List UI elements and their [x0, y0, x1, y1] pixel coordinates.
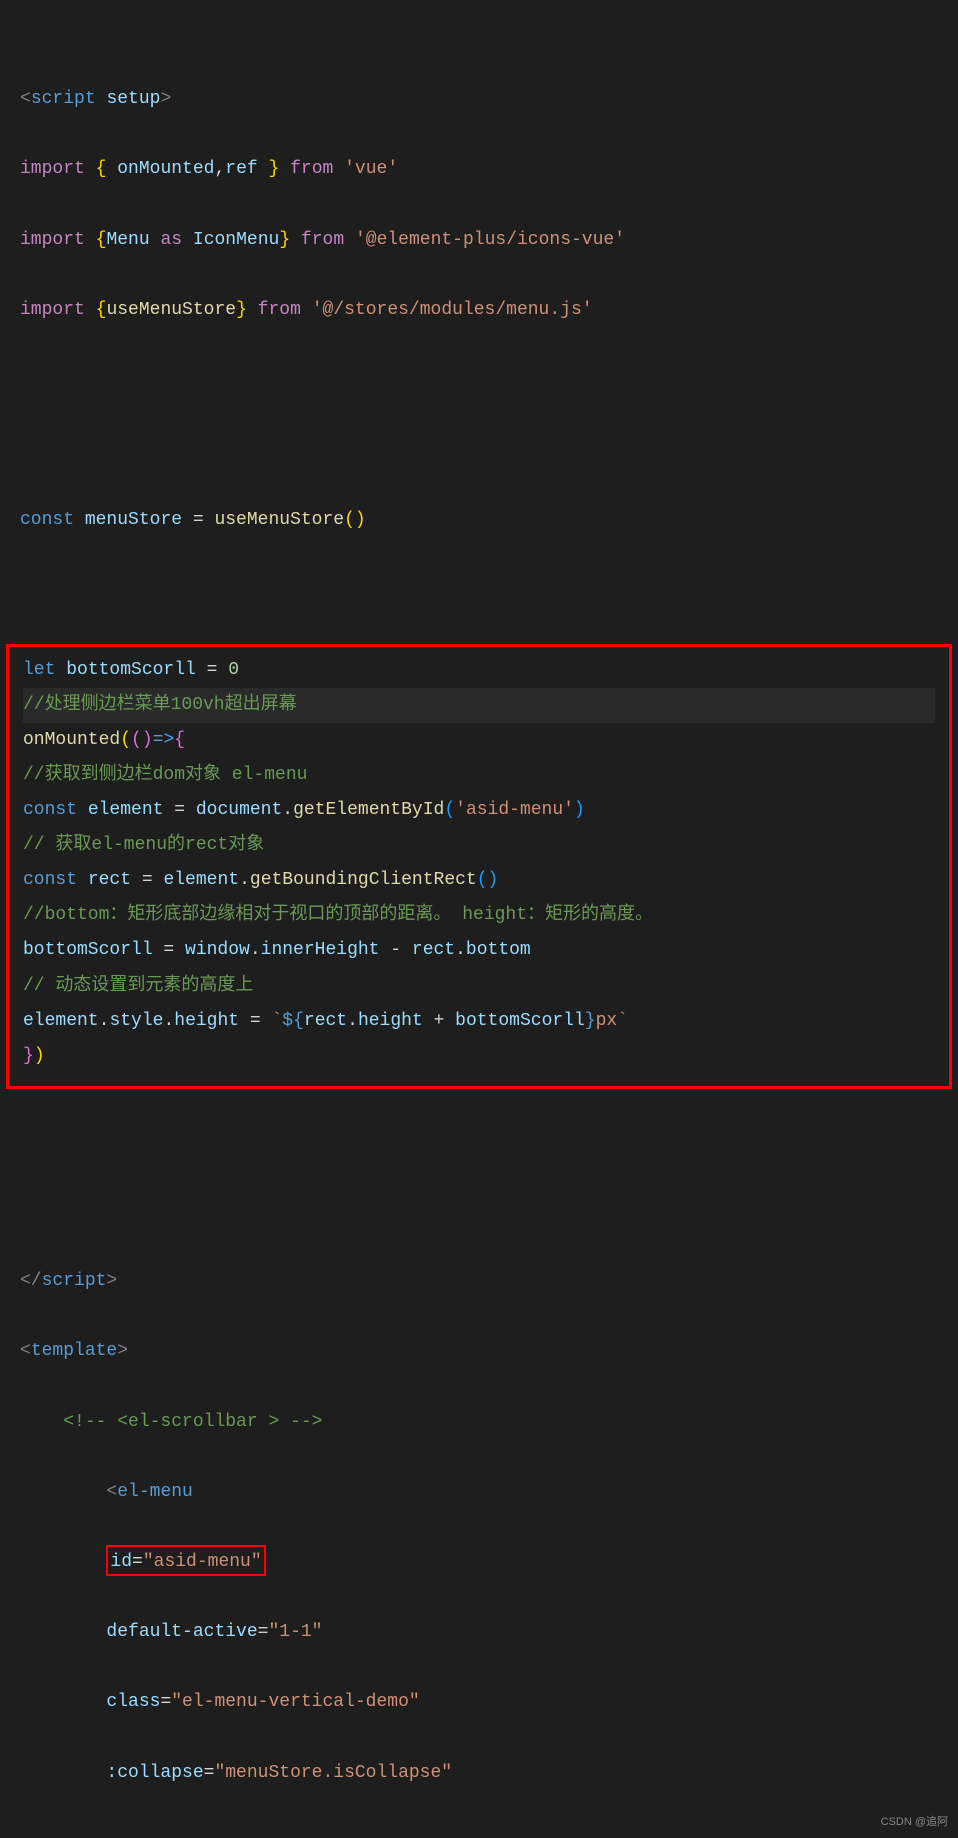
blank-line	[20, 1194, 938, 1229]
highlighted-block: let bottomScorll = 0 //处理侧边栏菜单100vh超出屏幕 …	[6, 644, 952, 1089]
code-line: // 动态设置到元素的高度上	[23, 969, 935, 1004]
code-editor: <script setup> import { onMounted,ref } …	[0, 12, 958, 644]
code-line: onMounted(()=>{	[23, 723, 935, 758]
code-line: bottomScorll = window.innerHeight - rect…	[23, 933, 935, 968]
code-line: const element = document.getElementById(…	[23, 793, 935, 828]
code-line: class="el-menu-vertical-demo"	[20, 1685, 938, 1720]
code-line: </script>	[20, 1264, 938, 1299]
code-line: import {useMenuStore} from '@/stores/mod…	[20, 293, 938, 328]
code-line: import { onMounted,ref } from 'vue'	[20, 152, 938, 187]
code-line: element.style.height = `${rect.height + …	[23, 1004, 935, 1039]
code-line: // 获取el-menu的rect对象	[23, 828, 935, 863]
code-line: default-active="1-1"	[20, 1615, 938, 1650]
blank-line	[20, 1124, 938, 1159]
code-line: <!-- <el-scrollbar > -->	[20, 1405, 938, 1440]
blank-line	[20, 433, 938, 468]
code-line: //bottom：矩形底部边缘相对于视口的顶部的距离。 height：矩形的高度…	[23, 898, 935, 933]
code-line: <template>	[20, 1334, 938, 1369]
code-line: //获取到侧边栏dom对象 el-menu	[23, 758, 935, 793]
watermark: CSDN @追阿	[881, 1812, 948, 1833]
code-editor-bottom: </script> <template> <!-- <el-scrollbar …	[0, 1089, 958, 1826]
code-line: //处理侧边栏菜单100vh超出屏幕	[23, 688, 935, 723]
blank-line	[20, 363, 938, 398]
code-line: <el-menu	[20, 1475, 938, 1510]
code-line: id="asid-menu"	[20, 1545, 938, 1580]
code-line: <script setup>	[20, 82, 938, 117]
blank-line	[23, 1074, 935, 1084]
code-line: const menuStore = useMenuStore()	[20, 503, 938, 538]
code-line: :collapse="menuStore.isCollapse"	[20, 1756, 938, 1791]
blank-line	[20, 574, 938, 609]
code-line: const rect = element.getBoundingClientRe…	[23, 863, 935, 898]
code-line: let bottomScorll = 0	[23, 653, 935, 688]
highlighted-attribute: id="asid-menu"	[106, 1545, 265, 1576]
code-line: })	[23, 1039, 935, 1074]
code-line: import {Menu as IconMenu} from '@element…	[20, 223, 938, 258]
